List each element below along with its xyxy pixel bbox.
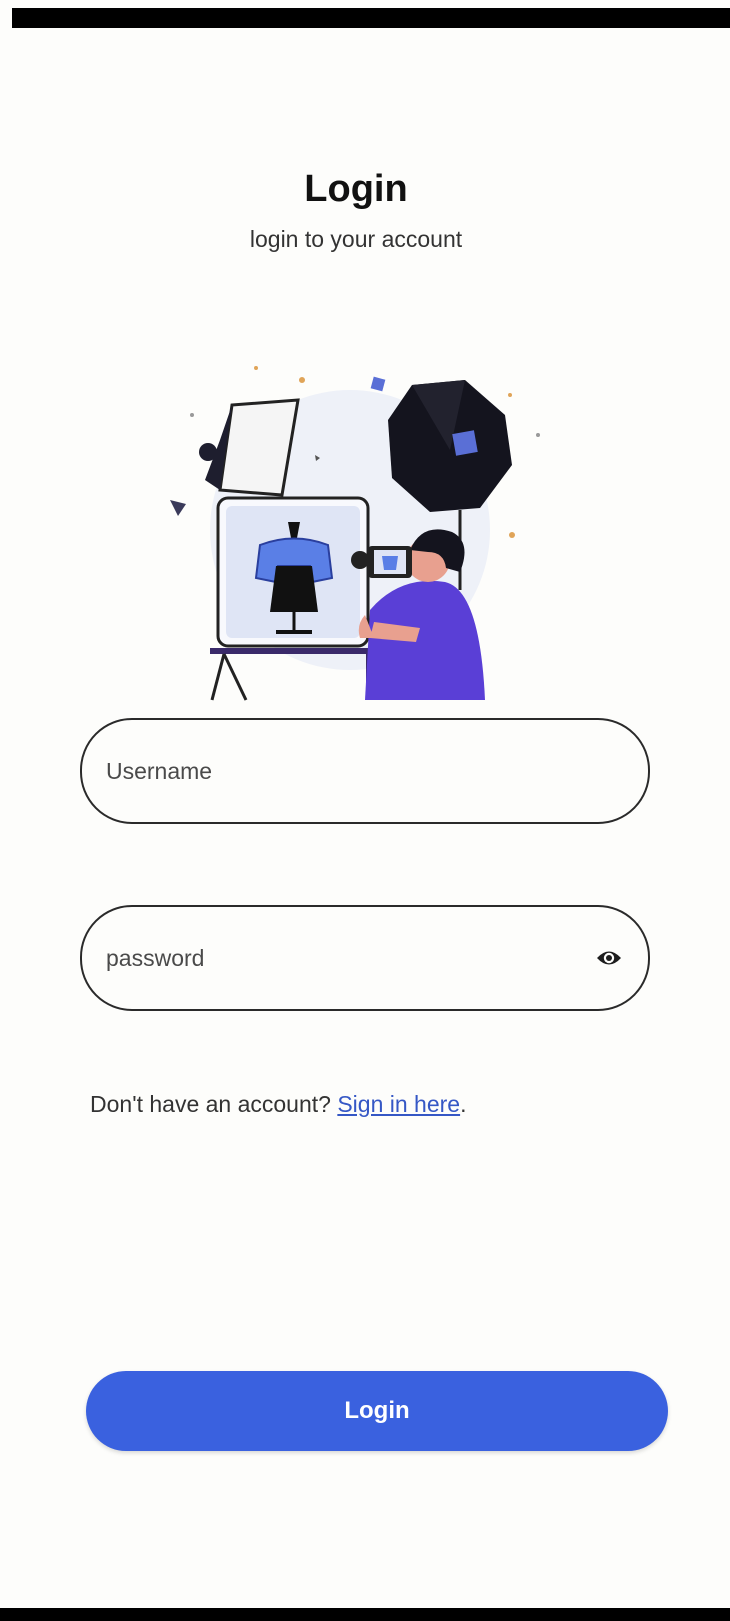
login-screen: Login login to your account Username Don… [0, 0, 730, 1621]
sign-in-link[interactable]: Sign in here [337, 1091, 460, 1117]
status-bar [12, 8, 730, 28]
page-subtitle: login to your account [249, 226, 463, 252]
eye-icon[interactable] [596, 947, 622, 969]
signup-prompt-text: Don't have an account? [90, 1091, 331, 1117]
page-title: Login [304, 168, 408, 210]
password-field[interactable] [80, 905, 650, 1011]
username-input[interactable] [106, 720, 576, 822]
photographer-studio-illustration [170, 366, 540, 701]
signup-trailing: . [460, 1091, 467, 1117]
navigation-bar [0, 1608, 730, 1621]
login-button[interactable]: Login [86, 1371, 668, 1451]
username-field[interactable] [80, 718, 650, 824]
password-input[interactable] [106, 907, 576, 1009]
signup-prompt: Don't have an account? Sign in here. [90, 1091, 466, 1118]
